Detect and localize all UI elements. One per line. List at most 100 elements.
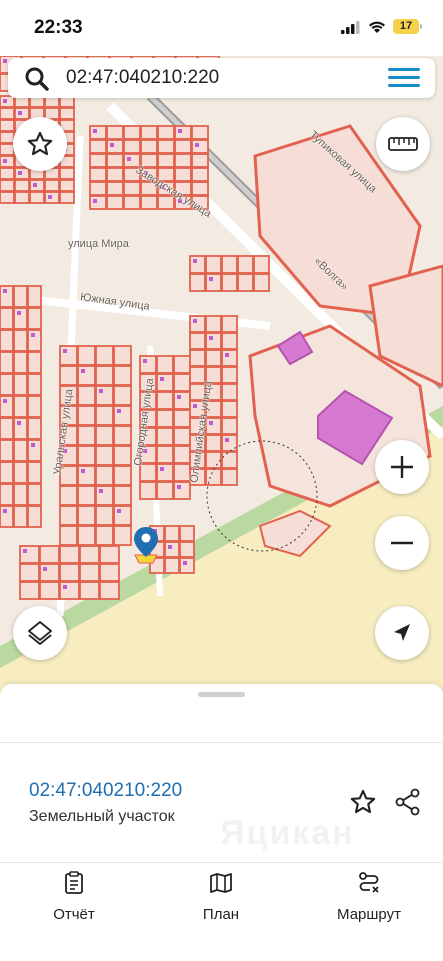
building-marker <box>160 467 164 471</box>
parcel <box>89 195 107 210</box>
building-marker <box>110 143 114 147</box>
parcel <box>113 345 132 366</box>
parcel <box>95 425 114 446</box>
building-marker <box>63 585 67 589</box>
building-marker <box>195 143 199 147</box>
parcel <box>221 383 238 401</box>
parcel <box>95 345 114 366</box>
parcel <box>123 181 141 196</box>
tab-route[interactable]: Маршрут <box>329 871 409 923</box>
ruler-button[interactable] <box>376 117 430 171</box>
parcel <box>106 167 124 182</box>
parcel <box>123 125 141 140</box>
parcel <box>113 505 132 526</box>
parcel <box>0 119 15 132</box>
parcel <box>27 417 42 440</box>
parcel <box>113 525 132 546</box>
tab-plan-label: План <box>202 906 240 923</box>
parcel <box>173 373 191 392</box>
favorite-star-icon[interactable] <box>349 788 377 816</box>
building-marker <box>144 171 148 175</box>
parcel <box>59 445 78 466</box>
building-marker <box>177 485 181 489</box>
parcel <box>179 525 195 542</box>
parcel <box>205 315 222 333</box>
building-marker <box>63 449 67 453</box>
parcel <box>205 451 222 469</box>
building-marker <box>3 59 7 63</box>
parcel <box>157 181 175 196</box>
building-marker <box>18 171 22 175</box>
parcel <box>59 425 78 446</box>
parcel <box>99 581 120 600</box>
layers-button[interactable] <box>13 606 67 660</box>
favorites-button[interactable] <box>13 117 67 171</box>
parcel <box>139 463 157 482</box>
parcel <box>157 195 175 210</box>
parcel <box>95 485 114 506</box>
parcel <box>106 195 124 210</box>
parcel <box>123 153 141 168</box>
parcel <box>95 405 114 426</box>
parcel <box>191 139 209 154</box>
location-arrow-icon <box>394 624 410 641</box>
building-marker <box>81 469 85 473</box>
building-marker <box>17 421 21 425</box>
my-location-button[interactable] <box>375 606 429 660</box>
parcel <box>164 557 180 574</box>
parcel <box>139 391 157 410</box>
parcel <box>0 461 14 484</box>
zoom-out-button[interactable] <box>375 516 429 570</box>
parcel <box>156 391 174 410</box>
parcel <box>156 463 174 482</box>
search-icon[interactable] <box>24 66 50 92</box>
building-marker <box>18 111 22 115</box>
parcel <box>205 434 222 452</box>
parcel <box>164 525 180 542</box>
parcel <box>0 329 14 352</box>
parcel <box>27 461 42 484</box>
parcel <box>77 345 96 366</box>
parcel <box>89 125 107 140</box>
watermark-text: Яцикан <box>220 814 355 852</box>
parcel <box>59 345 78 366</box>
sheet-grabber[interactable] <box>198 692 245 697</box>
parcel <box>13 373 28 396</box>
parcel <box>156 427 174 446</box>
parcel <box>157 167 175 182</box>
building-marker <box>3 399 7 403</box>
parcel <box>113 485 132 506</box>
parcel <box>0 167 15 180</box>
parcel <box>113 405 132 426</box>
parcel <box>59 525 78 546</box>
parcel <box>237 273 254 292</box>
building-marker <box>161 185 165 189</box>
parcel <box>221 366 238 384</box>
parcel <box>221 349 238 367</box>
menu-icon[interactable] <box>388 68 420 88</box>
zoom-in-button[interactable] <box>375 440 429 494</box>
selected-parcel-pin[interactable] <box>131 525 161 569</box>
parcel <box>0 143 15 156</box>
tab-plan[interactable]: План <box>191 871 251 923</box>
parcel <box>29 191 45 204</box>
tab-report[interactable]: Отчёт <box>44 871 104 923</box>
parcel <box>205 383 222 401</box>
parcel <box>89 181 107 196</box>
search-input[interactable] <box>66 65 366 91</box>
parcel-info-sheet[interactable]: Яцикан 02:47:040210:220 Земельный участо… <box>0 684 443 864</box>
search-bar[interactable] <box>8 58 435 98</box>
parcel <box>13 285 28 308</box>
parcel <box>95 465 114 486</box>
parcel <box>79 545 100 564</box>
parcel <box>77 425 96 446</box>
parcel <box>44 179 60 192</box>
share-icon[interactable] <box>394 788 422 816</box>
parcel <box>59 465 78 486</box>
parcel <box>139 355 157 374</box>
building-marker <box>178 199 182 203</box>
ruler-icon <box>388 137 418 151</box>
parcel <box>174 153 192 168</box>
building-marker <box>63 349 67 353</box>
parcel-cadastral-number[interactable]: 02:47:040210:220 <box>29 780 182 802</box>
